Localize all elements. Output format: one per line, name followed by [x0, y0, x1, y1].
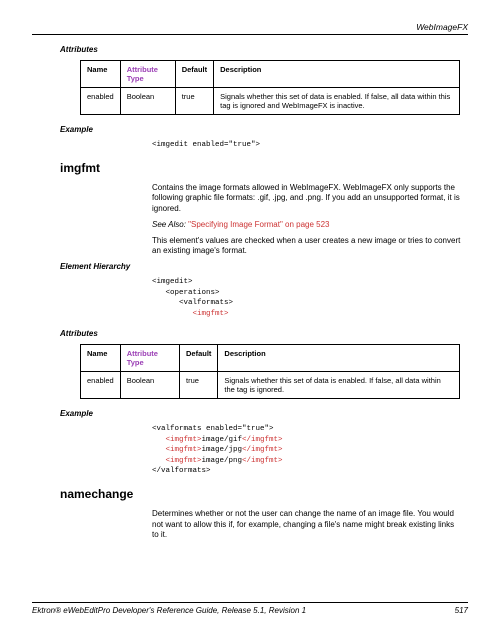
e2-l2a: <imgfmt> [152, 436, 202, 444]
element-hierarchy-label: Element Hierarchy [60, 262, 468, 271]
h-l1: <imgedit> [152, 278, 193, 286]
attributes-table-2: Name Attribute Type Default Description … [80, 344, 460, 399]
e2-l4c: </imgfmt> [242, 457, 283, 465]
col-description: Description [218, 345, 460, 372]
e2-l1: <valformats enabled="true"> [152, 425, 274, 433]
attributes-label-2: Attributes [60, 329, 468, 338]
heading-namechange: namechange [60, 487, 468, 501]
e2-l3b: image/jpg [202, 446, 243, 454]
col-name: Name [81, 61, 121, 88]
e2-l3a: <imgfmt> [152, 446, 202, 454]
col-description: Description [214, 61, 460, 88]
h-l3: <valformats> [152, 299, 233, 307]
e2-l2c: </imgfmt> [242, 436, 283, 444]
cell-attr-type: Boolean [120, 88, 175, 115]
cell-name: enabled [81, 372, 121, 399]
see-also-prefix: See Also: [152, 220, 188, 229]
attributes-table-1: Name Attribute Type Default Description … [80, 60, 460, 115]
page-number: 517 [455, 606, 468, 615]
e2-l2b: image/gif [202, 436, 243, 444]
footer: Ektron® eWebEditPro Developer's Referenc… [32, 602, 468, 615]
imgfmt-para-1: Contains the image formats allowed in We… [152, 183, 462, 215]
see-also-link[interactable]: "Specifying Image Format" on page 523 [188, 220, 329, 229]
heading-imgfmt: imgfmt [60, 161, 468, 175]
e2-l5: </valformats> [152, 467, 211, 475]
table-row: enabled Boolean true Signals whether thi… [81, 88, 460, 115]
cell-default: true [175, 88, 213, 115]
col-attr-type: Attribute Type [120, 61, 175, 88]
hierarchy-code: <imgedit> <operations> <valformats> <img… [152, 277, 468, 319]
e2-l3c: </imgfmt> [242, 446, 283, 454]
example-code-2: <valformats enabled="true"> <imgfmt>imag… [152, 424, 468, 477]
see-also: See Also: "Specifying Image Format" on p… [152, 220, 462, 231]
header-rule [32, 34, 468, 35]
attributes-label-1: Attributes [60, 45, 468, 54]
table-header-row: Name Attribute Type Default Description [81, 61, 460, 88]
col-name: Name [81, 345, 121, 372]
table-header-row: Name Attribute Type Default Description [81, 345, 460, 372]
col-attr-type: Attribute Type [120, 345, 179, 372]
cell-attr-type: Boolean [120, 372, 179, 399]
footer-title: Ektron® eWebEditPro Developer's Referenc… [32, 606, 306, 615]
cell-default: true [180, 372, 218, 399]
example-label-2: Example [60, 409, 468, 418]
e2-l4b: image/png [202, 457, 243, 465]
cell-description: Signals whether this set of data is enab… [214, 88, 460, 115]
example-code-1: <imgedit enabled="true"> [152, 140, 468, 151]
e2-l4a: <imgfmt> [152, 457, 202, 465]
col-default: Default [175, 61, 213, 88]
h-l2: <operations> [152, 289, 220, 297]
table-row: enabled Boolean true Signals whether thi… [81, 372, 460, 399]
imgfmt-para-2: This element's values are checked when a… [152, 236, 462, 258]
example-label-1: Example [60, 125, 468, 134]
cell-description: Signals whether this set of data is enab… [218, 372, 460, 399]
header-product: WebImageFX [32, 22, 468, 34]
cell-name: enabled [81, 88, 121, 115]
namechange-para: Determines whether or not the user can c… [152, 509, 462, 541]
h-l4: <imgfmt> [152, 310, 229, 318]
col-default: Default [180, 345, 218, 372]
